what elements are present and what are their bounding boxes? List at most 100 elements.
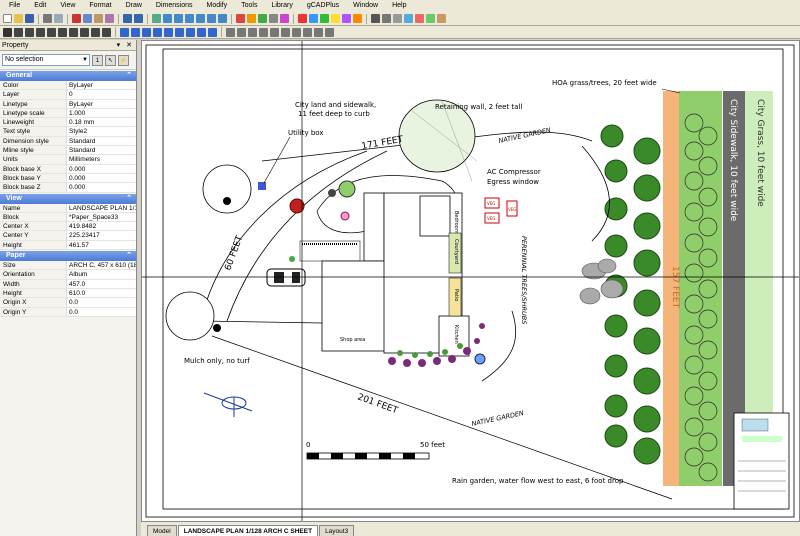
property-row[interactable]: Text style Style2 <box>0 127 136 137</box>
property-row[interactable]: Linetype scale 1.000 <box>0 108 136 119</box>
property-value[interactable]: Style2 <box>67 127 136 136</box>
property-value[interactable]: Millimeters <box>67 155 136 164</box>
property-value[interactable]: 461.57 <box>67 240 136 250</box>
paste-icon[interactable] <box>94 14 103 23</box>
property-row[interactable]: Block base Y 0.000 <box>0 173 136 184</box>
trim-icon[interactable] <box>281 27 290 37</box>
property-value[interactable]: 0.0 <box>67 298 136 307</box>
insert-icon[interactable] <box>415 14 424 23</box>
rotate-icon[interactable] <box>237 27 246 37</box>
circle-icon[interactable] <box>80 27 89 37</box>
property-value[interactable]: ARCH C, 457 x 610 (18 <box>67 261 136 270</box>
snap-intersection-icon[interactable] <box>175 27 184 37</box>
property-value[interactable]: ByLayer <box>67 81 136 90</box>
menu-format[interactable]: Format <box>82 0 118 12</box>
select-objects-icon[interactable]: ↖ <box>105 54 116 66</box>
match-icon[interactable] <box>105 14 114 23</box>
property-value[interactable]: Album <box>67 270 136 279</box>
snap-nearest-icon[interactable] <box>208 27 217 37</box>
property-value[interactable]: 225.23417 <box>67 231 136 240</box>
chamfer-icon[interactable] <box>314 27 323 37</box>
fillet-icon[interactable] <box>303 27 312 37</box>
property-value[interactable]: 1.000 <box>67 108 136 118</box>
ray-icon[interactable] <box>25 27 34 37</box>
color-red-icon[interactable] <box>298 14 307 23</box>
property-row[interactable]: Center X 419.8482 <box>0 222 136 232</box>
snap-perpendicular-icon[interactable] <box>186 27 195 37</box>
color-blue-icon[interactable] <box>309 14 318 23</box>
property-value[interactable]: 0.18 mm <box>67 118 136 127</box>
print-icon[interactable] <box>43 14 52 23</box>
property-value[interactable]: 610.0 <box>67 288 136 298</box>
property-row[interactable]: Color ByLayer <box>0 81 136 91</box>
property-row[interactable]: Origin X 0.0 <box>0 298 136 308</box>
layer-icon[interactable] <box>236 14 245 23</box>
rectangle-icon[interactable] <box>58 27 67 37</box>
color-purple-icon[interactable] <box>342 14 351 23</box>
property-row[interactable]: Block *Paper_Space33 <box>0 212 136 223</box>
cut-icon[interactable] <box>72 14 81 23</box>
pan-icon[interactable] <box>152 14 161 23</box>
tab-layout3[interactable]: Layout3 <box>319 525 355 536</box>
move-icon[interactable] <box>226 27 235 37</box>
undo-icon[interactable] <box>123 14 132 23</box>
property-row[interactable]: Origin Y 0.0 <box>0 307 136 317</box>
image-icon[interactable] <box>437 14 446 23</box>
property-value[interactable]: 457.0 <box>67 279 136 288</box>
menu-help[interactable]: Help <box>385 0 413 12</box>
arc-icon[interactable] <box>91 27 100 37</box>
zoom-all-icon[interactable] <box>218 14 227 23</box>
menu-window[interactable]: Window <box>346 0 385 12</box>
color-green-icon[interactable] <box>320 14 329 23</box>
snap-endpoint-icon[interactable] <box>120 27 129 37</box>
polygon-icon[interactable] <box>69 27 78 37</box>
new-icon[interactable] <box>3 14 12 23</box>
spline-icon[interactable] <box>47 27 56 37</box>
extend-icon[interactable] <box>292 27 301 37</box>
property-row[interactable]: Height 610.0 <box>0 288 136 299</box>
property-row[interactable]: Block base Z 0.000 <box>0 183 136 193</box>
explode-icon[interactable] <box>325 27 334 37</box>
selection-dropdown[interactable]: No selection ▼ <box>2 54 90 66</box>
menu-dimensions[interactable]: Dimensions <box>149 0 200 12</box>
zoom-previous-icon[interactable] <box>207 14 216 23</box>
panel-controls[interactable]: ▾ ✕ <box>117 40 134 51</box>
section-view[interactable]: View ⌃ <box>0 193 136 204</box>
point-icon[interactable] <box>3 27 12 37</box>
menu-library[interactable]: Library <box>264 0 299 12</box>
quick-select-icon[interactable]: ⚡ <box>118 54 129 66</box>
property-value[interactable]: *Paper_Space33 <box>67 212 136 222</box>
property-row[interactable]: Center Y 225.23417 <box>0 231 136 241</box>
redo-icon[interactable] <box>134 14 143 23</box>
snap-node-icon[interactable] <box>153 27 162 37</box>
design-center-icon[interactable] <box>258 14 267 23</box>
property-value[interactable]: 0.000 <box>67 183 136 192</box>
menu-draw[interactable]: Draw <box>119 0 149 12</box>
menu-view[interactable]: View <box>53 0 82 12</box>
property-row[interactable]: Linetype ByLayer <box>0 99 136 109</box>
color-orange-icon[interactable] <box>353 14 362 23</box>
menu-tools[interactable]: Tools <box>234 0 264 12</box>
property-row[interactable]: Orientation Album <box>0 270 136 280</box>
menu-gcadplus[interactable]: gCADPlus <box>300 0 346 12</box>
property-value[interactable]: Standard <box>67 146 136 155</box>
snap-center-icon[interactable] <box>142 27 151 37</box>
ellipse-icon[interactable] <box>102 27 111 37</box>
menu-modify[interactable]: Modify <box>199 0 234 12</box>
tool-palette-icon[interactable] <box>269 14 278 23</box>
property-value[interactable]: 0.000 <box>67 173 136 183</box>
property-value[interactable]: 0.000 <box>67 164 136 173</box>
properties-icon[interactable] <box>247 14 256 23</box>
property-value[interactable]: 0 <box>67 90 136 99</box>
dimension-icon[interactable] <box>382 14 391 23</box>
menu-file[interactable]: File <box>2 0 27 12</box>
property-value[interactable]: Standard <box>67 136 136 146</box>
property-row[interactable]: Lineweight 0.18 mm <box>0 118 136 128</box>
property-value[interactable]: 0.0 <box>67 307 136 316</box>
property-row[interactable]: Height 461.57 <box>0 240 136 251</box>
property-row[interactable]: Width 457.0 <box>0 279 136 289</box>
zoom-out-icon[interactable] <box>174 14 183 23</box>
hatch-icon[interactable] <box>393 14 402 23</box>
save-icon[interactable] <box>25 14 34 23</box>
snap-quadrant-icon[interactable] <box>164 27 173 37</box>
